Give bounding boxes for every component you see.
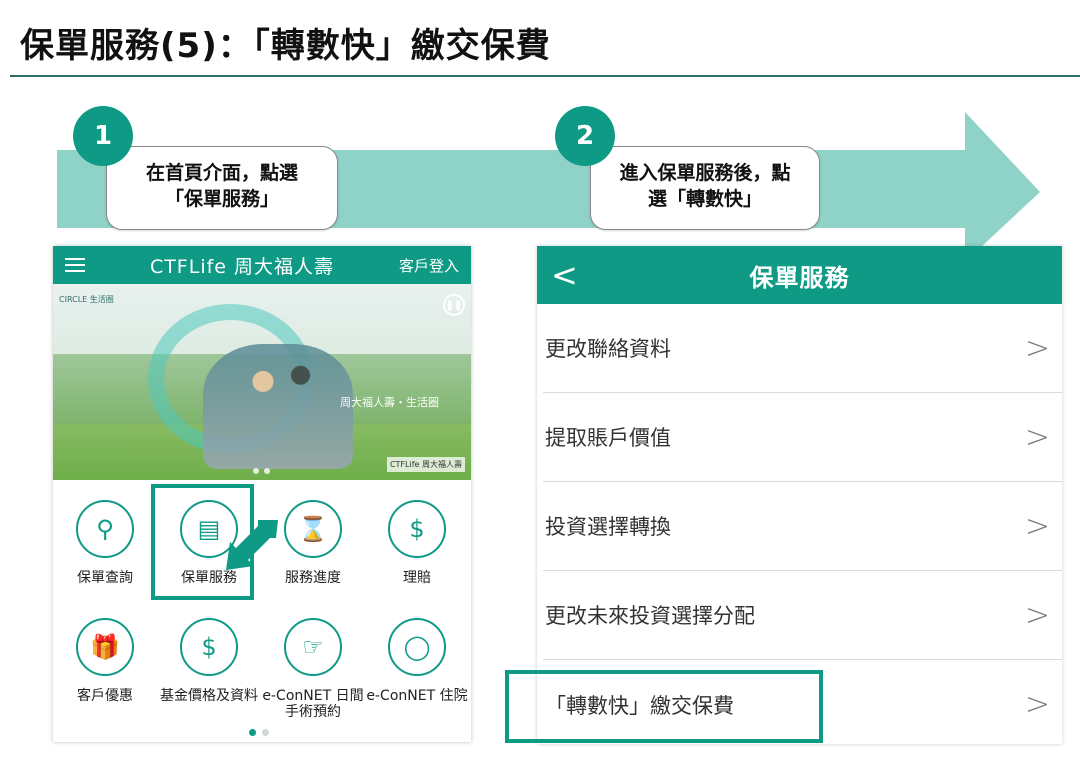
- tile-day-surgery[interactable]: ☞ e-ConNET 日間手術預約: [261, 618, 365, 720]
- panel-header: < 保單服務: [537, 246, 1062, 304]
- gift-icon: 🎁: [76, 618, 134, 676]
- step2-line2: 選「轉數快」: [647, 188, 762, 210]
- chevron-right-icon: >: [1024, 508, 1050, 544]
- app-brand: CTFLife 周大福人壽: [149, 255, 335, 278]
- tile-label: 保單查詢: [77, 570, 133, 586]
- step2-number: 2: [555, 106, 615, 166]
- service-item-label: 提取賬戶價值: [545, 426, 671, 450]
- chevron-right-icon: >: [1024, 687, 1050, 722]
- service-item-label: 投資選擇轉換: [545, 515, 671, 539]
- page-indicator: [249, 729, 269, 736]
- tile-hospitalization[interactable]: ◯ e-ConNET 住院: [365, 618, 469, 704]
- promo-banner[interactable]: CIRCLE 生活圈 ❚❚ 周大福人壽・生活圈 CTFLife 周大福人壽: [53, 284, 471, 480]
- menu-icon[interactable]: [65, 258, 85, 272]
- service-item-label: 更改聯絡資料: [545, 337, 671, 361]
- app-topbar: CTFLife 周大福人壽 客戶登入: [53, 246, 471, 284]
- highlight-policy-service: [151, 484, 254, 600]
- tile-policy-enquiry[interactable]: ⚲ 保單查詢: [53, 500, 157, 586]
- step1-line1: 在首頁介面，點選: [145, 162, 298, 184]
- service-item-allocation[interactable]: 更改未來投資選擇分配 >: [543, 571, 1062, 660]
- tile-service-progress[interactable]: ⌛ 服務進度: [261, 500, 365, 586]
- login-link[interactable]: 客戶登入: [399, 255, 459, 276]
- dollar-cycle-icon: $: [180, 618, 238, 676]
- service-item-contact[interactable]: 更改聯絡資料 >: [543, 304, 1062, 393]
- chevron-right-icon: >: [1024, 597, 1050, 633]
- highlight-fps-payment: [505, 670, 823, 743]
- banner-family-image: [203, 344, 353, 469]
- pause-icon[interactable]: ❚❚: [443, 294, 465, 316]
- step1-number: 1: [73, 106, 133, 166]
- tile-claims[interactable]: $ 理賠: [365, 500, 469, 586]
- location-pin-icon: ◯: [388, 618, 446, 676]
- book-hand-icon: ☞: [284, 618, 342, 676]
- back-chevron-icon[interactable]: <: [551, 256, 578, 294]
- home-screen: CTFLife 周大福人壽 客戶登入 CIRCLE 生活圈 ❚❚ 周大福人壽・生…: [53, 246, 471, 742]
- step2-callout: 進入保單服務後，點 選「轉數快」: [590, 146, 820, 230]
- tile-label: e-ConNET 住院: [366, 688, 468, 704]
- panel-title: 保單服務: [749, 263, 850, 292]
- tile-label: e-ConNET 日間手術預約: [262, 688, 364, 720]
- tile-label: 理賠: [403, 570, 431, 586]
- chevron-right-icon: >: [1024, 419, 1050, 455]
- shield-dollar-icon: $: [388, 500, 446, 558]
- step1-line2: 「保單服務」: [164, 188, 279, 210]
- circle-logo: CIRCLE 生活圈: [59, 295, 114, 304]
- service-item-withdraw[interactable]: 提取賬戶價值 >: [543, 393, 1062, 482]
- banner-mini-logo: CTFLife 周大福人壽: [386, 457, 465, 472]
- tile-customer-offers[interactable]: 🎁 客戶優惠: [53, 618, 157, 704]
- tile-fund-prices[interactable]: $ 基金價格及資料: [157, 618, 261, 704]
- tile-label: 客戶優惠: [77, 688, 133, 704]
- slide: 保單服務(5)：「轉數快」繳交保費 在首頁介面，點選 「保單服務」 1 進入保單…: [0, 0, 1080, 759]
- hourglass-icon: ⌛: [284, 500, 342, 558]
- banner-slogan: 周大福人壽・生活圈: [340, 396, 439, 409]
- service-item-switch[interactable]: 投資選擇轉換 >: [543, 482, 1062, 571]
- search-icon: ⚲: [76, 500, 134, 558]
- banner-dots: [253, 468, 270, 474]
- service-item-label: 更改未來投資選擇分配: [545, 604, 755, 628]
- step1-callout: 在首頁介面，點選 「保單服務」: [106, 146, 338, 230]
- step2-line1: 進入保單服務後，點: [619, 162, 791, 184]
- tile-label: 服務進度: [285, 570, 341, 586]
- tile-label: 基金價格及資料: [160, 688, 258, 704]
- chevron-right-icon: >: [1024, 330, 1050, 366]
